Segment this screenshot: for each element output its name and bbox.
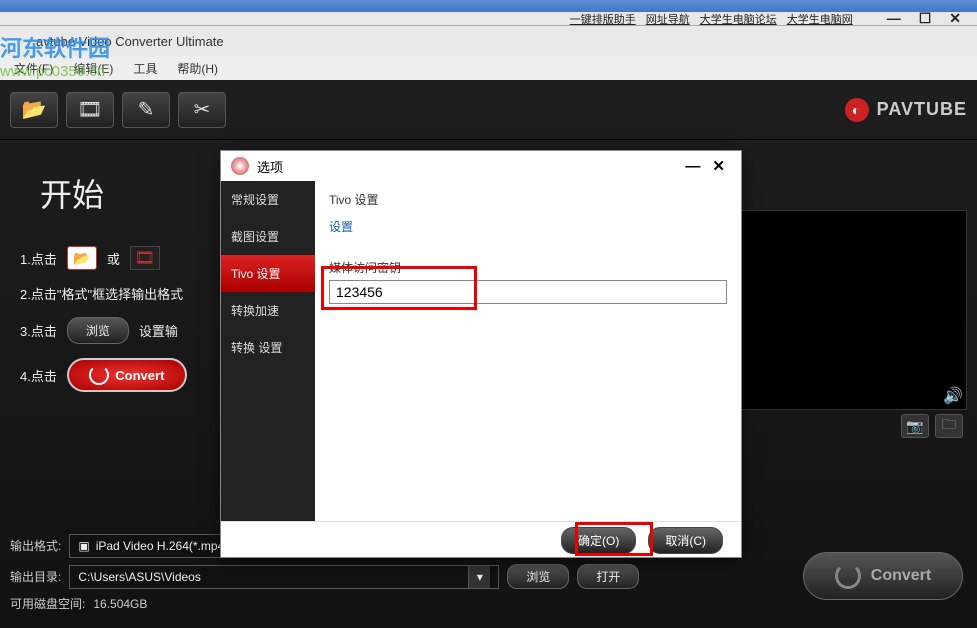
dialog-minimize-button[interactable]: —	[679, 158, 706, 175]
output-dir-combo[interactable]: C:\Users\ASUS\Videos ▾	[69, 565, 499, 589]
tab-snapshot[interactable]: 截图设置	[221, 218, 315, 255]
convert-button-big[interactable]: Convert	[803, 552, 963, 600]
browse-dir-button[interactable]: 浏览	[507, 564, 569, 589]
clip-icon[interactable]: ✂	[178, 92, 226, 128]
folder-icon[interactable]: 📂	[67, 246, 97, 270]
open-file-icon[interactable]: 📂	[10, 92, 58, 128]
minimize-button[interactable]: —	[881, 10, 907, 27]
watermark-logo: 河东软件园 www.pc0359.cn	[0, 31, 200, 91]
convert-swirl-icon	[89, 365, 109, 385]
media-key-input[interactable]	[329, 280, 727, 304]
tab-tivo[interactable]: Tivo 设置	[221, 255, 315, 292]
close-button[interactable]: ✕	[943, 10, 967, 27]
pavtube-logo-icon: ◐	[845, 98, 869, 122]
maximize-button[interactable]: ☐	[913, 10, 938, 27]
disk-space-label: 可用磁盘空间:	[10, 595, 85, 612]
tab-general[interactable]: 常规设置	[221, 181, 315, 218]
browse-button[interactable]: 浏览	[67, 317, 129, 344]
bookmark-link[interactable]: 一键排版助手	[570, 11, 636, 27]
disk-space-value: 16.504GB	[93, 597, 147, 611]
dialog-section: 设置	[329, 218, 727, 235]
convert-swirl-icon	[835, 563, 861, 589]
bookmark-link[interactable]: 网址导航	[646, 11, 690, 27]
media-key-label: 媒体访问密钥	[329, 259, 727, 276]
bookmark-link[interactable]: 大学生电脑网	[787, 11, 853, 27]
folder-open-icon[interactable]: 🗀	[935, 414, 963, 438]
dialog-close-button[interactable]: ✕	[706, 157, 731, 175]
cancel-button[interactable]: 取消(C)	[648, 527, 723, 554]
dialog-sidebar: 常规设置 截图设置 Tivo 设置 转换加速 转换 设置	[221, 181, 315, 521]
output-dir-label: 输出目录:	[10, 568, 61, 585]
tab-convert[interactable]: 转换 设置	[221, 329, 315, 366]
convert-button-small[interactable]: Convert	[67, 358, 187, 392]
dialog-icon	[231, 157, 249, 175]
mp4-icon: ▣	[78, 539, 89, 553]
film-add-icon[interactable]: 🎞	[130, 246, 160, 270]
output-format-label: 输出格式:	[10, 537, 61, 554]
chevron-down-icon[interactable]: ▾	[468, 566, 490, 588]
edit-icon[interactable]: ✎	[122, 92, 170, 128]
sound-icon[interactable]: 🔊	[943, 386, 963, 406]
snapshot-icon[interactable]: 📷	[901, 414, 929, 438]
add-media-icon[interactable]: 🎞	[66, 92, 114, 128]
ok-button[interactable]: 确定(O)	[561, 527, 636, 554]
brand: ◐ PAVTUBE	[845, 98, 967, 122]
tab-accel[interactable]: 转换加速	[221, 292, 315, 329]
open-dir-button[interactable]: 打开	[577, 564, 639, 589]
dialog-title: 选项	[257, 157, 283, 176]
dialog-heading: Tivo 设置	[329, 191, 727, 208]
bookmark-bar: 一键排版助手 网址导航 大学生电脑论坛 大学生电脑网 — ☐ ✕	[0, 12, 977, 26]
bookmark-link[interactable]: 大学生电脑论坛	[700, 11, 777, 27]
options-dialog: 选项 — ✕ 常规设置 截图设置 Tivo 设置 转换加速 转换 设置 Tivo…	[220, 150, 742, 558]
